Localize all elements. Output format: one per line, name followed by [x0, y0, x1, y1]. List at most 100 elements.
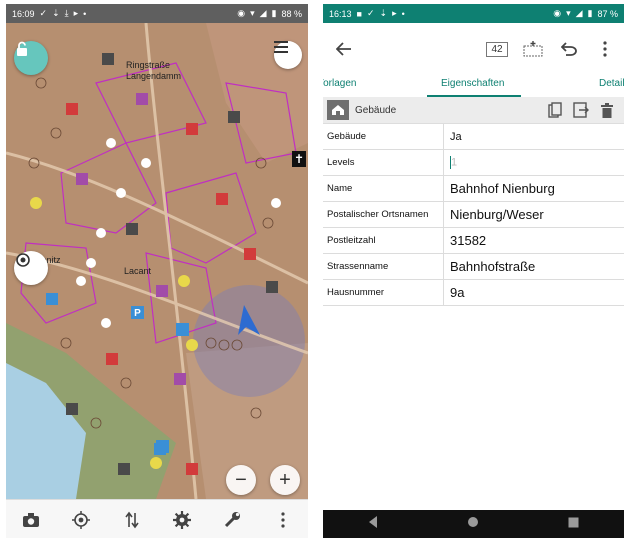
property-value-input[interactable]: 31582 [443, 227, 624, 254]
layers-menu-button[interactable] [274, 41, 302, 69]
check-icon: ✓ [39, 8, 48, 18]
tools-icon[interactable] [220, 508, 244, 532]
follow-gps-button[interactable] [14, 251, 48, 285]
usb-icon: ⇣ [379, 8, 388, 18]
tab-bar: Vorlagen Eigenschaften Details [323, 75, 624, 97]
play-icon: ▸ [73, 8, 79, 18]
preset-header: Gebäude [323, 97, 624, 124]
property-key: Postalischer Ortsnamen [323, 201, 444, 228]
property-key: Name [323, 175, 444, 202]
map-label-place: Lacant [124, 266, 152, 276]
gps-target-icon [16, 253, 30, 267]
add-tag-icon [523, 41, 543, 57]
property-value-text: 1 [451, 156, 458, 169]
nav-recents-icon[interactable] [568, 515, 579, 533]
table-row: Postleitzahl 31582 [323, 227, 624, 254]
table-row: Name Bahnhof Nienburg [323, 175, 624, 202]
system-nav-bar [323, 510, 624, 538]
table-row: Postalischer Ortsnamen Nienburg/Weser [323, 201, 624, 228]
copy-button[interactable] [542, 102, 568, 118]
transfer-icon[interactable] [120, 508, 144, 532]
property-key: Strassenname [323, 253, 444, 280]
properties-table: Gebäude Ja Levels 1 Name Bahnhof Nienbur… [323, 124, 624, 306]
lock-button[interactable] [14, 41, 48, 75]
zoom-in-button[interactable]: + [270, 465, 300, 495]
property-value-dropdown[interactable]: Ja [443, 124, 624, 150]
notification-icon: ■ [356, 8, 362, 19]
play-icon: ▸ [392, 8, 397, 18]
menu-icon [274, 41, 288, 53]
bottom-toolbar [6, 499, 308, 538]
map-canvas[interactable]: P Ringstraße Langendamm menitz Lacant [6, 23, 308, 499]
map-view[interactable]: P Ringstraße Langendamm menitz Lacant ✝ … [6, 23, 308, 499]
dot-icon: • [83, 8, 87, 19]
gps-icon[interactable] [69, 508, 93, 532]
table-row: Levels 1 [323, 149, 624, 176]
table-row: Gebäude Ja [323, 124, 624, 150]
wifi-icon: ▾ [250, 8, 255, 18]
nav-home-icon[interactable] [467, 515, 479, 533]
delete-button[interactable] [594, 102, 620, 118]
tab-properties[interactable]: Eigenschaften [441, 78, 504, 89]
zoom-out-button[interactable]: − [226, 465, 256, 495]
status-time: 16:13 [329, 8, 352, 19]
parking-letter: P [134, 308, 141, 319]
apply-preset-button[interactable] [568, 102, 594, 118]
undo-button[interactable] [556, 34, 582, 64]
property-key: Postleitzahl [323, 227, 444, 254]
signal-icon: ◢ [259, 8, 267, 18]
camera-icon[interactable] [19, 508, 43, 532]
status-bar: 16:13 ■ ✓ ⇣ ▸ • ◉ ▾ ◢ ▮ 87 % [323, 4, 624, 23]
status-bar: 16:09 ✓ ⇣ ⤓ ▸ • ◉ ▾ ◢ ▮ 88 % [6, 4, 308, 23]
status-time: 16:09 [12, 8, 35, 19]
selection-area [193, 285, 305, 397]
plus-icon: + [279, 469, 291, 491]
battery-icon: ▮ [587, 8, 593, 18]
building-icon [327, 100, 349, 120]
settings-icon[interactable] [170, 508, 194, 532]
tag-count-button[interactable]: 42 [484, 34, 510, 64]
battery-level: 88 % [281, 8, 302, 19]
export-icon [573, 102, 589, 118]
trash-icon [601, 102, 613, 118]
location-icon: ◉ [553, 8, 562, 18]
back-button[interactable] [329, 34, 359, 64]
property-key: Gebäude [323, 124, 444, 150]
property-value-input[interactable]: Bahnhof Nienburg [443, 175, 624, 202]
battery-icon: ▮ [271, 8, 277, 18]
map-label-street: Ringstraße [126, 60, 170, 70]
arrow-left-icon [336, 42, 351, 56]
add-tag-button[interactable] [520, 34, 546, 64]
preset-title: Gebäude [355, 104, 397, 116]
table-row: Hausnummer 9a [323, 279, 624, 306]
copy-icon [548, 102, 562, 118]
property-value-input[interactable]: Bahnhofstraße [443, 253, 624, 280]
more-vert-icon [603, 41, 607, 57]
tag-count-badge: 42 [486, 41, 508, 57]
crosshair-marker: ✝ [292, 151, 306, 167]
right-phone: 16:13 ■ ✓ ⇣ ▸ • ◉ ▾ ◢ ▮ 87 % 42 orlagen … [323, 4, 624, 538]
check-icon: ✓ [366, 8, 375, 18]
battery-level: 87 % [597, 8, 618, 19]
property-value-input[interactable]: Nienburg/Weser [443, 201, 624, 228]
overflow-menu-button[interactable] [592, 34, 618, 64]
more-icon[interactable] [271, 508, 295, 532]
left-phone: 16:09 ✓ ⇣ ⤓ ▸ • ◉ ▾ ◢ ▮ 88 % P Ringstraß… [6, 4, 308, 538]
property-key: Hausnummer [323, 279, 444, 306]
signal-icon: ◢ [575, 8, 583, 18]
property-value-input[interactable]: 1 [443, 149, 624, 176]
tab-presets[interactable]: Vorlagen [323, 78, 356, 89]
property-value-input[interactable]: 9a [443, 279, 624, 306]
map-label-street-2: Langendamm [126, 71, 181, 81]
active-tab-indicator [427, 95, 521, 97]
usb-icon: ⇣ [52, 8, 60, 18]
location-icon: ◉ [237, 8, 246, 18]
nav-back-icon[interactable] [368, 515, 378, 533]
wifi-icon: ▾ [566, 8, 571, 18]
dot-icon: • [401, 8, 405, 19]
download-icon: ⤓ [64, 8, 69, 18]
table-row: Strassenname Bahnhofstraße [323, 253, 624, 280]
unlock-icon [17, 41, 27, 56]
tab-details[interactable]: Details [599, 78, 624, 89]
app-bar: 42 [323, 23, 624, 75]
